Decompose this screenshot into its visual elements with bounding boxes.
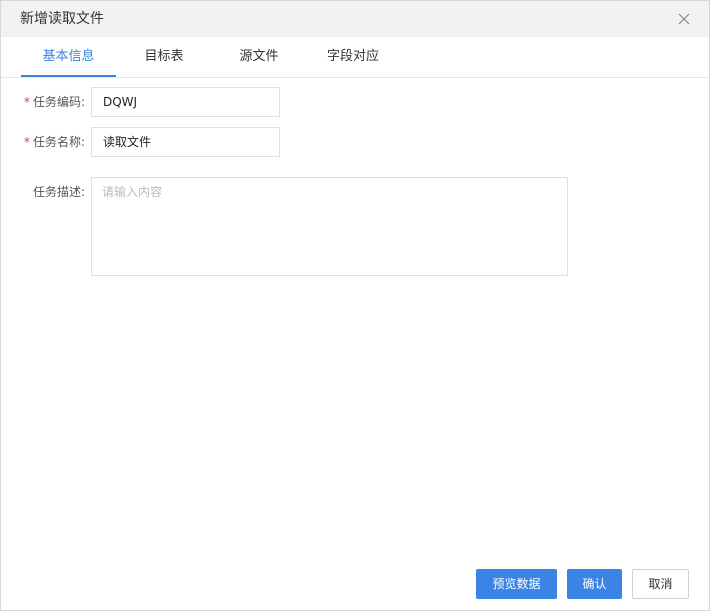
dialog: 新增读取文件 基本信息 目标表 源文件 字段对应 * 任务编码: DQWJ * 任务… <box>0 0 710 611</box>
cancel-button[interactable]: 取消 <box>632 569 689 599</box>
tab-source-file[interactable]: 源文件 <box>223 37 295 77</box>
tab-basic-info[interactable]: 基本信息 <box>21 37 116 77</box>
confirm-button[interactable]: 确认 <box>567 569 622 599</box>
task-name-label: * 任务名称: <box>21 134 85 150</box>
task-desc-label-text: 任务描述: <box>32 185 85 199</box>
required-mark: * <box>23 95 30 109</box>
active-tab-indicator <box>21 75 116 77</box>
task-code-value: DQWJ <box>103 95 138 109</box>
close-icon[interactable] <box>677 12 691 26</box>
task-desc-label: 任务描述: <box>21 184 85 200</box>
required-mark: * <box>23 135 30 149</box>
task-name-label-text: 任务名称: <box>32 135 85 149</box>
task-name-input[interactable]: 读取文件 <box>91 127 280 157</box>
dialog-title: 新增读取文件 <box>20 11 104 27</box>
tab-target-table[interactable]: 目标表 <box>127 37 201 77</box>
task-desc-placeholder: 请输入内容 <box>102 185 163 199</box>
task-desc-textarea[interactable]: 请输入内容 <box>91 177 568 276</box>
task-name-value: 读取文件 <box>103 135 152 149</box>
task-code-label: * 任务编码: <box>21 94 85 110</box>
task-code-input[interactable]: DQWJ <box>91 87 280 117</box>
preview-data-button[interactable]: 预览数据 <box>476 569 557 599</box>
dialog-header: 新增读取文件 <box>1 1 709 37</box>
task-code-label-text: 任务编码: <box>32 95 85 109</box>
tab-bar: 基本信息 目标表 源文件 字段对应 <box>1 37 709 78</box>
tab-field-mapping[interactable]: 字段对应 <box>317 37 389 77</box>
